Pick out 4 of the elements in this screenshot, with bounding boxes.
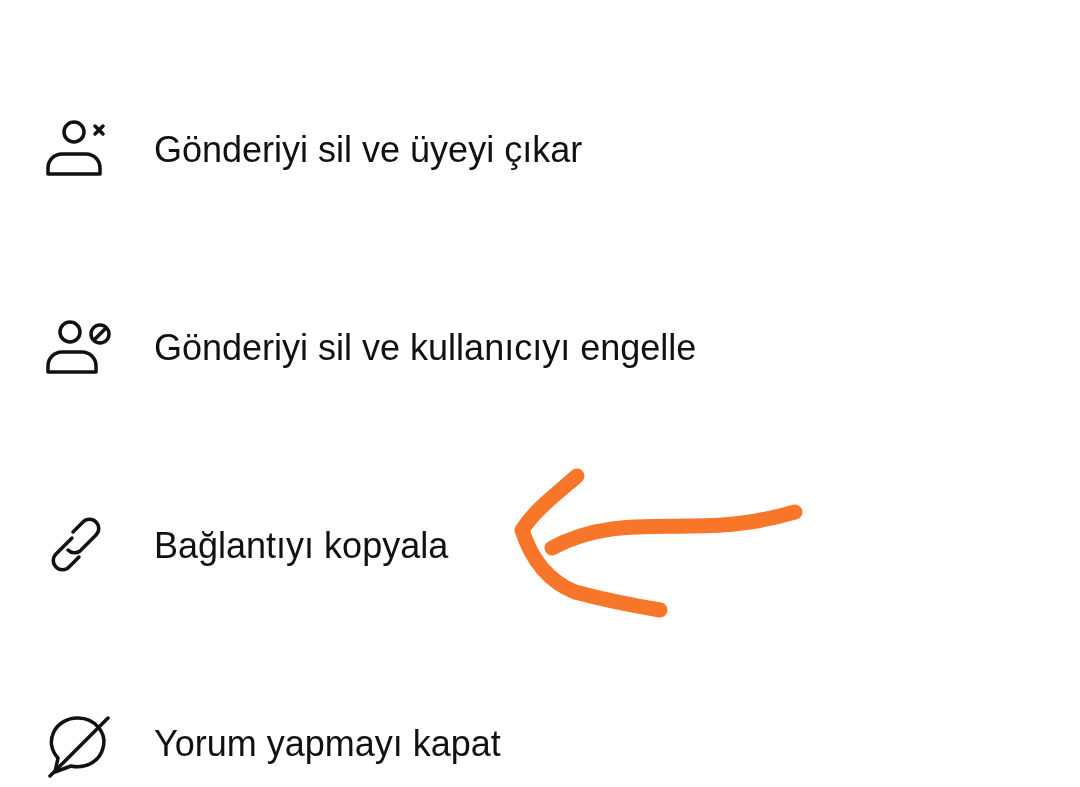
menu-item[interactable]: Gönderiyi sil ve üyeyi çıkar <box>40 110 583 190</box>
menu-item[interactable]: Yorum yapmayı kapat <box>40 704 501 784</box>
menu-item[interactable]: Gönderiyi sil ve kullanıcıyı engelle <box>40 308 697 388</box>
menu-item[interactable]: Bağlantıyı kopyala <box>40 506 449 586</box>
